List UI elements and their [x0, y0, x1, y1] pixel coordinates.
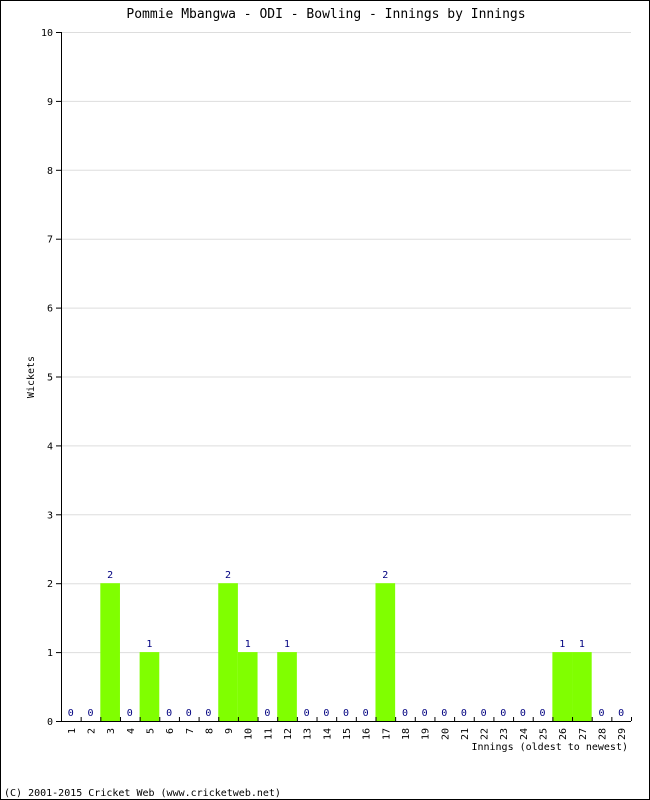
- data-label: 0: [205, 708, 211, 719]
- x-tick-label: 4: [126, 728, 137, 734]
- data-label: 0: [363, 708, 369, 719]
- x-tick-label: 19: [421, 728, 432, 740]
- x-tick-label: 9: [224, 728, 235, 734]
- x-tick-label: 3: [106, 728, 117, 734]
- x-tick-label: 5: [145, 728, 156, 734]
- data-label: 1: [245, 639, 251, 650]
- x-tick-label: 14: [322, 728, 333, 740]
- x-tick-label: 7: [185, 728, 196, 734]
- bar: [572, 652, 592, 721]
- data-label: 1: [284, 639, 290, 650]
- bar: [237, 652, 258, 721]
- x-tick-label: 15: [342, 728, 353, 740]
- x-tick-label: 24: [519, 728, 530, 740]
- data-label: 0: [304, 708, 310, 719]
- data-label: 0: [264, 708, 270, 719]
- x-tick-label: 20: [440, 728, 451, 740]
- y-tick-label: 0: [47, 717, 53, 728]
- y-tick-label: 5: [47, 373, 53, 384]
- data-label: 1: [146, 639, 152, 650]
- data-label: 0: [520, 708, 526, 719]
- data-label: 0: [166, 708, 172, 719]
- data-label: 0: [343, 708, 349, 719]
- data-label: 1: [559, 639, 565, 650]
- data-label: 0: [186, 708, 192, 719]
- grid-lines: [61, 32, 631, 654]
- x-tick-label: 23: [499, 728, 510, 740]
- data-label: 0: [441, 708, 447, 719]
- x-tick-label: 16: [362, 728, 373, 740]
- y-tick-label: 2: [47, 579, 53, 590]
- x-axis-label: Innings (oldest to newest): [471, 742, 628, 753]
- y-tick-label: 7: [47, 235, 53, 246]
- data-label: 0: [127, 708, 133, 719]
- x-tick-label: 12: [283, 728, 294, 740]
- x-tick-label: 22: [480, 728, 491, 740]
- data-label: 0: [500, 708, 506, 719]
- x-tick-label: 10: [244, 728, 255, 740]
- data-label: 2: [107, 570, 113, 581]
- data-label: 0: [68, 708, 74, 719]
- data-label: 0: [461, 708, 467, 719]
- y-tick-label: 3: [47, 510, 53, 521]
- y-tick-label: 10: [41, 28, 53, 39]
- data-label: 1: [579, 639, 585, 650]
- x-tick-label: 2: [86, 728, 97, 734]
- x-tick-label: 25: [539, 728, 550, 740]
- data-label: 0: [481, 708, 487, 719]
- chart-frame: Pommie Mbangwa - ODI - Bowling - Innings…: [0, 0, 650, 800]
- footer-copyright: (C) 2001-2015 Cricket Web (www.cricketwe…: [4, 788, 281, 799]
- x-tick-label: 26: [558, 728, 569, 740]
- data-label: 2: [225, 570, 231, 581]
- y-tick-label: 6: [47, 304, 53, 315]
- data-label: 0: [540, 708, 546, 719]
- y-tick-labels: 0 1 2 3 4 5 6 7 8 9 10: [41, 28, 53, 728]
- x-tick-label: 8: [204, 728, 215, 734]
- data-label: 0: [323, 708, 329, 719]
- chart-title: Pommie Mbangwa - ODI - Bowling - Innings…: [126, 7, 525, 22]
- bar-chart: Pommie Mbangwa - ODI - Bowling - Innings…: [4, 7, 632, 799]
- x-tick-label: 17: [381, 728, 392, 740]
- data-label: 0: [599, 708, 605, 719]
- bar: [375, 583, 396, 721]
- bar: [552, 652, 573, 721]
- x-tick-label: 28: [598, 728, 609, 740]
- x-tick-label: 21: [460, 728, 471, 740]
- y-tick-label: 9: [47, 97, 53, 108]
- x-tick-label: 6: [165, 728, 176, 734]
- bar: [100, 583, 120, 721]
- x-tick-label: 29: [617, 728, 628, 740]
- x-tick-label: 11: [263, 728, 274, 740]
- x-tick-label: 27: [578, 728, 589, 740]
- y-tick-label: 1: [47, 648, 53, 659]
- x-tick-label: 13: [303, 728, 314, 740]
- y-axis-label: Wickets: [26, 356, 37, 398]
- bar: [218, 583, 238, 721]
- x-tick-labels: 1 2 3 4 5 6 7 8 9 10 11 12 13 14 15 16 17 18 19 20 21 22 23 24 2…: [67, 728, 628, 740]
- bar: [277, 652, 297, 721]
- x-tick-label: 18: [401, 728, 412, 740]
- x-tick-label: 1: [67, 728, 78, 734]
- data-label: 0: [422, 708, 428, 719]
- data-label: 0: [87, 708, 93, 719]
- y-tick-label: 8: [47, 166, 53, 177]
- data-label: 0: [618, 708, 624, 719]
- data-label: 2: [382, 570, 388, 581]
- bar: [139, 652, 160, 721]
- y-tick-label: 4: [47, 441, 53, 452]
- data-label: 0: [402, 708, 408, 719]
